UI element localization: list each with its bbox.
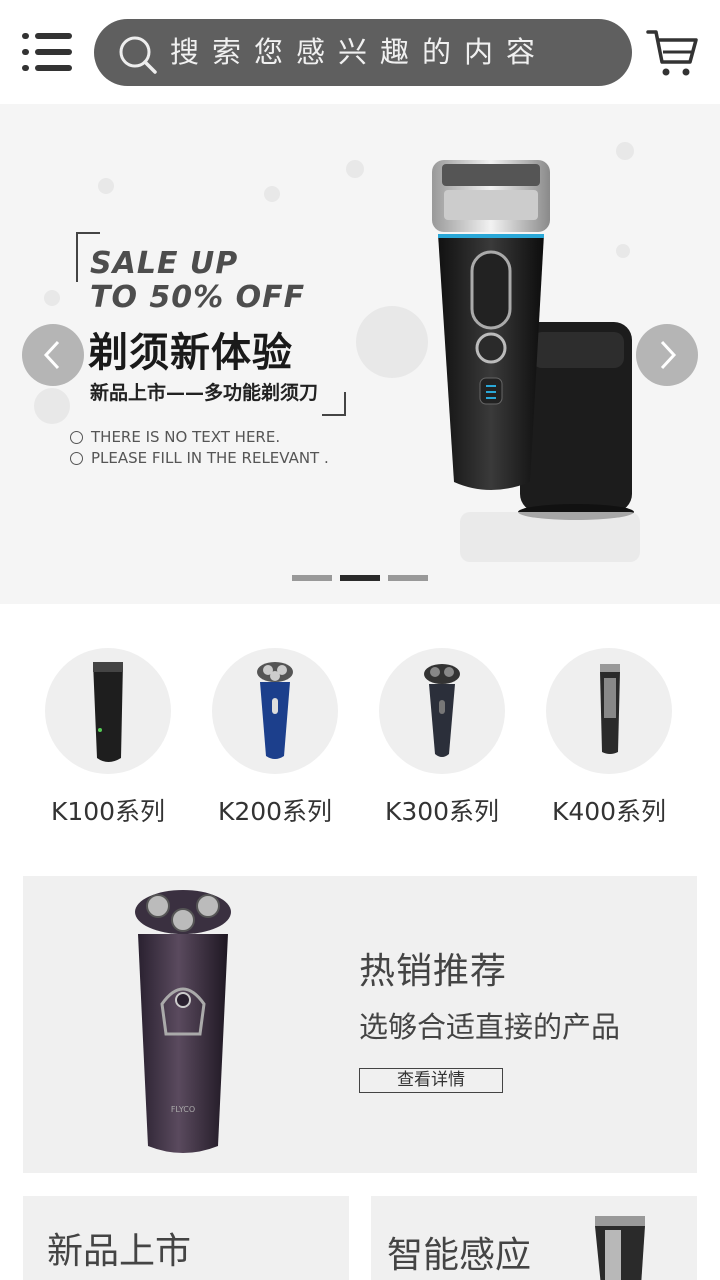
card-title: 智能感应 [387,1235,532,1276]
rotary-shaver-icon [424,664,460,757]
cart-icon[interactable] [646,28,700,78]
decor-bubble [44,290,60,306]
banner-note: THERE IS NO TEXT HERE. [70,428,280,446]
decor-bubble [346,160,364,178]
circle-bullet-icon [70,430,83,444]
menu-button[interactable] [22,30,72,74]
banner-note-text: PLEASE FILL IN THE RELEVANT . [91,449,329,467]
menu-icon-line [22,33,72,39]
carousel-dot-active[interactable] [340,575,380,581]
banner-note: PLEASE FILL IN THE RELEVANT . [70,449,329,467]
circle-bullet-icon [70,451,83,465]
carousel-dot[interactable] [388,575,428,581]
carousel-prev-button[interactable] [22,324,84,386]
decor-bubble [356,306,428,378]
chevron-right-icon [660,340,677,370]
top-header: 搜索您感兴趣的内容 [0,0,720,104]
banner-note-text: THERE IS NO TEXT HERE. [91,428,281,446]
trimmer-icon [93,662,123,762]
view-details-button[interactable]: 查看详情 [359,1068,503,1093]
category-label: K200系列 [217,797,333,826]
category-label: K300系列 [384,797,500,826]
category-item-k100[interactable]: K100系列 [27,648,187,828]
carousel-dot[interactable] [292,575,332,581]
promo-banner[interactable]: SALE UP TO 50% OFF 剃须新体验 新品上市——多功能剃须刀 TH… [0,104,720,604]
card-title: 新品上市 [47,1231,192,1272]
banner-sale-line-1: SALE UP [90,246,239,281]
decor-bubble [34,388,70,424]
hot-title: 热销推荐 [359,951,508,992]
search-input-placeholder: 搜索您感兴趣的内容 [170,35,549,69]
rotary-shaver-icon [257,662,293,759]
new-arrivals-card[interactable]: 新品上市 [23,1196,349,1280]
carousel-next-button[interactable] [636,324,698,386]
hot-recommend-panel[interactable]: FLYCO 热销推荐 选够合适直接的产品 查看详情 [23,876,697,1173]
shaver-product-image: FLYCO [135,890,231,1153]
hair-clipper-image [595,1216,645,1280]
carousel-indicators [292,575,432,581]
banner-sale-line-2: TO 50% OFF [90,280,306,315]
frame-corner [322,392,346,416]
decor-bubble [98,178,114,194]
category-image [379,648,505,774]
smart-sensing-card[interactable]: 智能感应 [371,1196,697,1280]
category-label: K100系列 [50,797,166,826]
search-bar[interactable]: 搜索您感兴趣的内容 [94,19,632,86]
hot-subtitle: 选够合适直接的产品 [359,1010,621,1044]
banner-title: 剃须新体验 [88,330,293,376]
category-image [212,648,338,774]
shaver-product-image [432,160,640,562]
category-list: K100系列 K200系列 K300系列 K400系列 [0,604,720,854]
banner-subtitle: 新品上市——多功能剃须刀 [90,382,319,404]
decor-bubble [264,186,280,202]
chevron-left-icon [43,340,60,370]
menu-icon-line [22,65,72,71]
menu-icon-line [22,49,72,55]
search-icon [119,36,157,74]
category-item-k400[interactable]: K400系列 [528,648,688,828]
category-image [45,648,171,774]
product-brand-text: FLYCO [171,1105,195,1114]
category-image [546,648,672,774]
category-label: K400系列 [551,797,667,826]
category-item-k200[interactable]: K200系列 [194,648,354,828]
category-item-k300[interactable]: K300系列 [361,648,521,828]
hair-clipper-icon [600,664,620,754]
